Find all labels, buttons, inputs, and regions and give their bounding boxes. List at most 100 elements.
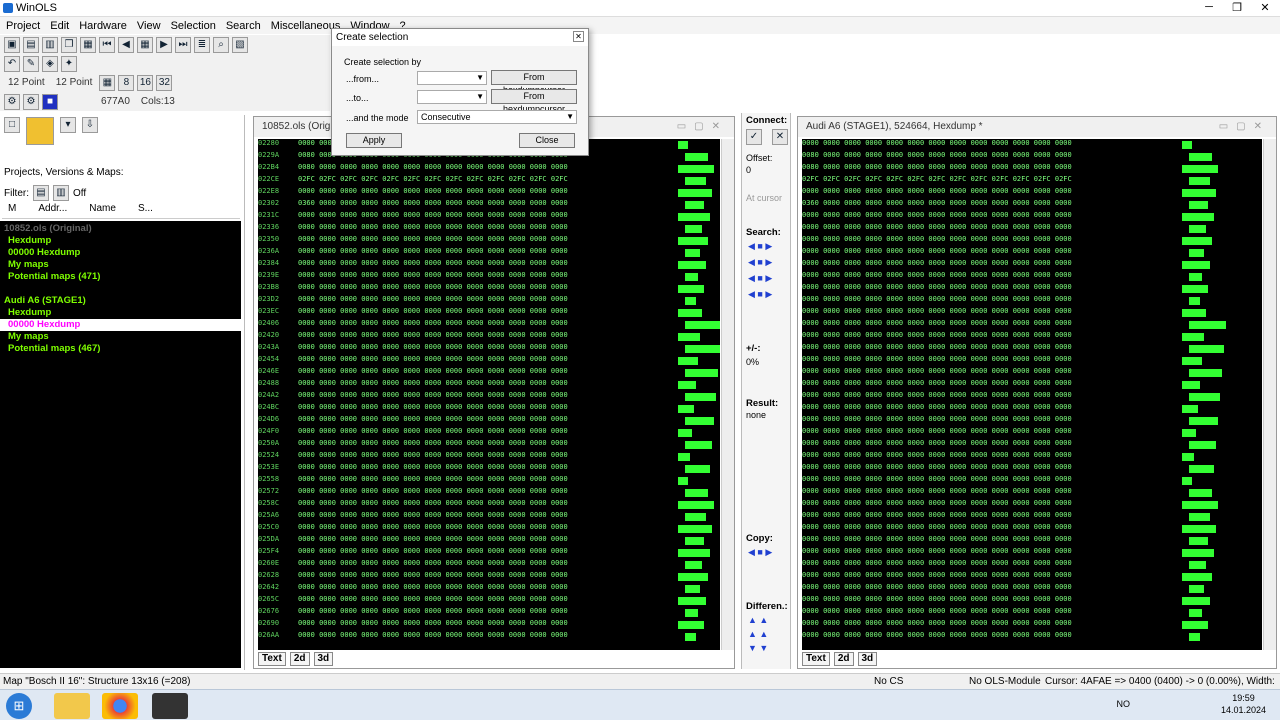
hex-row[interactable]: 0000 0000 0000 0000 0000 0000 0000 0000 … [802, 367, 1072, 379]
hex-row[interactable]: 025DA 0000 0000 0000 0000 0000 0000 0000 … [258, 535, 568, 547]
winols-taskbar-icon[interactable] [152, 693, 188, 719]
tree-item[interactable] [0, 283, 241, 295]
hex-row[interactable]: 02454 0000 0000 0000 0000 0000 0000 0000 … [258, 355, 568, 367]
menu-search[interactable]: Search [226, 20, 261, 32]
language-indicator[interactable]: NO [1117, 699, 1131, 709]
hex-row[interactable]: 024D6 0000 0000 0000 0000 0000 0000 0000 … [258, 415, 568, 427]
tool-icon[interactable]: ✎ [23, 55, 39, 72]
hex-row[interactable]: 02558 0000 0000 0000 0000 0000 0000 0000 … [258, 475, 568, 487]
hex-row[interactable]: 0000 0000 0000 0000 0000 0000 0000 0000 … [802, 355, 1072, 367]
hex-row[interactable]: 0000 0000 0000 0000 0000 0000 0000 0000 … [802, 631, 1072, 643]
column-header[interactable]: Addr... [38, 203, 67, 218]
font-size-1[interactable]: 12 Point [8, 77, 45, 88]
hex-row[interactable]: 0000 0000 0000 0000 0000 0000 0000 0000 … [802, 547, 1072, 559]
hex-row[interactable]: 02350 0000 0000 0000 0000 0000 0000 0000 … [258, 235, 568, 247]
hex-row[interactable]: 02488 0000 0000 0000 0000 0000 0000 0000 … [258, 379, 568, 391]
tab-2d-left[interactable]: 2d [289, 652, 310, 666]
filter2-icon[interactable]: ▥ [53, 185, 69, 201]
hex-row[interactable]: 02FC 02FC 02FC 02FC 02FC 02FC 02FC 02FC … [802, 175, 1072, 187]
tab-text-right[interactable]: Text [802, 652, 830, 666]
hex-row[interactable]: 0246E 0000 0000 0000 0000 0000 0000 0000 … [258, 367, 568, 379]
hex-row[interactable]: 0000 0000 0000 0000 0000 0000 0000 0000 … [802, 403, 1072, 415]
hex-row[interactable]: 0000 0000 0000 0000 0000 0000 0000 0000 … [802, 463, 1072, 475]
tree-item[interactable]: 10852.ols (Original) [0, 223, 241, 235]
menu-edit[interactable]: Edit [50, 20, 69, 32]
hex-row[interactable]: 0000 0000 0000 0000 0000 0000 0000 0000 … [802, 583, 1072, 595]
hex-row[interactable]: 02384 0000 0000 0000 0000 0000 0000 0000 … [258, 259, 568, 271]
filter-off[interactable]: Off [73, 188, 86, 199]
tree-item[interactable]: 00000 Hexdump [0, 247, 241, 259]
folder-icon[interactable] [26, 117, 54, 145]
new-icon[interactable]: □ [4, 117, 20, 133]
hex-row[interactable]: 0000 0000 0000 0000 0000 0000 0000 0000 … [802, 139, 1072, 151]
hex-row[interactable]: 0080 0000 0000 0000 0000 0000 0000 0000 … [802, 151, 1072, 163]
save-icon[interactable]: ▤ [23, 36, 39, 53]
from-combo[interactable]: ▼ [417, 71, 487, 85]
hex-row[interactable]: 02302 0360 0000 0000 0000 0000 0000 0000 … [258, 199, 568, 211]
hex-row[interactable]: 0239E 0000 0000 0000 0000 0000 0000 0000 … [258, 271, 568, 283]
car2-icon[interactable]: ⚙ [23, 93, 39, 110]
hex-row[interactable]: 0000 0000 0000 0000 0000 0000 0000 0000 … [802, 235, 1072, 247]
hex-row[interactable]: 02524 0000 0000 0000 0000 0000 0000 0000 … [258, 451, 568, 463]
color-icon[interactable]: ■ [42, 93, 58, 110]
minimize-icon[interactable]: ─ [1200, 1, 1218, 14]
list-icon[interactable]: ≣ [194, 36, 210, 53]
map-icon[interactable]: ◈ [42, 55, 58, 72]
hex-row[interactable]: 0260E 0000 0000 0000 0000 0000 0000 0000 … [258, 559, 568, 571]
copy-arrows-icon[interactable]: ◀ ■ ▶ [748, 547, 772, 558]
hex-row[interactable]: 0253E 0000 0000 0000 0000 0000 0000 0000 … [258, 463, 568, 475]
menu-miscellaneous[interactable]: Miscellaneous [271, 20, 341, 32]
hex-left-window-controls[interactable]: ▭▢✕ [677, 117, 728, 137]
to-combo[interactable]: ▼ [417, 90, 487, 104]
tab-3d-left[interactable]: 3d [313, 652, 334, 666]
print-icon[interactable]: ▥ [42, 36, 58, 53]
tab-3d-right[interactable]: 3d [857, 652, 878, 666]
maximize-icon[interactable]: ❐ [1228, 1, 1246, 14]
hex-row[interactable]: 0000 0000 0000 0000 0000 0000 0000 0000 … [802, 343, 1072, 355]
hexdump-view-right[interactable]: 0000 0000 0000 0000 0000 0000 0000 0000 … [802, 139, 1262, 650]
hex-row[interactable]: 025C0 0000 0000 0000 0000 0000 0000 0000 … [258, 523, 568, 535]
menu-project[interactable]: Project [6, 20, 40, 32]
window-icon[interactable]: ▦ [80, 36, 96, 53]
chrome-icon[interactable] [102, 693, 138, 719]
dropdown-icon[interactable]: ▾ [60, 117, 76, 133]
open-icon[interactable]: ▣ [4, 36, 20, 53]
tab-text-left[interactable]: Text [258, 652, 286, 666]
hex-row[interactable]: 0000 0000 0000 0000 0000 0000 0000 0000 … [802, 511, 1072, 523]
hex-row[interactable]: 02420 0000 0000 0000 0000 0000 0000 0000 … [258, 331, 568, 343]
hex-row[interactable]: 02406 0000 0000 0000 0000 0000 0000 0000 … [258, 319, 568, 331]
font-size-2[interactable]: 12 Point [56, 77, 93, 88]
next-icon[interactable]: ▶ [156, 36, 172, 53]
hex-row[interactable]: 0231C 0000 0000 0000 0000 0000 0000 0000 … [258, 211, 568, 223]
hex-row[interactable]: 0000 0000 0000 0000 0000 0000 0000 0000 … [802, 499, 1072, 511]
last-icon[interactable]: ⏭ [175, 36, 191, 53]
mode-combo[interactable]: Consecutive ▼ [417, 110, 577, 124]
hex-row[interactable]: 0000 0000 0000 0000 0000 0000 0000 0000 … [802, 475, 1072, 487]
clock[interactable]: 19:59 14.01.2024 [1221, 692, 1266, 716]
hex-row[interactable]: 02572 0000 0000 0000 0000 0000 0000 0000 … [258, 487, 568, 499]
hex-row[interactable]: 0000 0000 0000 0000 0000 0000 0000 0000 … [802, 607, 1072, 619]
hex-row[interactable]: 0258C 0000 0000 0000 0000 0000 0000 0000 … [258, 499, 568, 511]
hex-row[interactable]: 0250A 0000 0000 0000 0000 0000 0000 0000 … [258, 439, 568, 451]
column-header[interactable]: M [8, 203, 16, 218]
offset-value[interactable]: 0 [746, 165, 751, 175]
hex-right-scrollbar[interactable] [1263, 139, 1276, 650]
hex-row[interactable]: 0000 0000 0000 0000 0000 0000 0000 0000 … [802, 523, 1072, 535]
apply-button[interactable]: Apply [346, 133, 402, 148]
hex-row[interactable]: 0000 0000 0000 0000 0000 0000 0000 0000 … [802, 619, 1072, 631]
filter-icon[interactable]: ▤ [33, 185, 49, 201]
hex-row[interactable]: 024BC 0000 0000 0000 0000 0000 0000 0000 … [258, 403, 568, 415]
hex-row[interactable]: 02690 0000 0000 0000 0000 0000 0000 0000 … [258, 619, 568, 631]
hex-row[interactable]: 0000 0000 0000 0000 0000 0000 0000 0000 … [802, 595, 1072, 607]
hex-row[interactable]: 0000 0000 0000 0000 0000 0000 0000 0000 … [802, 247, 1072, 259]
undo-icon[interactable]: ↶ [4, 55, 20, 72]
tree-item[interactable]: 00000 Hexdump [0, 319, 241, 331]
tree-item[interactable]: Hexdump [0, 235, 241, 247]
at-cursor[interactable]: At cursor [746, 193, 782, 203]
hex-row[interactable]: 023D2 0000 0000 0000 0000 0000 0000 0000 … [258, 295, 568, 307]
tree-item[interactable]: Potential maps (467) [0, 343, 241, 355]
hex-row[interactable]: 023EC 0000 0000 0000 0000 0000 0000 0000 … [258, 307, 568, 319]
hex-row[interactable]: 02628 0000 0000 0000 0000 0000 0000 0000 … [258, 571, 568, 583]
connect-close-icon[interactable]: ✕ [772, 129, 788, 145]
hex-row[interactable]: 0000 0000 0000 0000 0000 0000 0000 0000 … [802, 427, 1072, 439]
